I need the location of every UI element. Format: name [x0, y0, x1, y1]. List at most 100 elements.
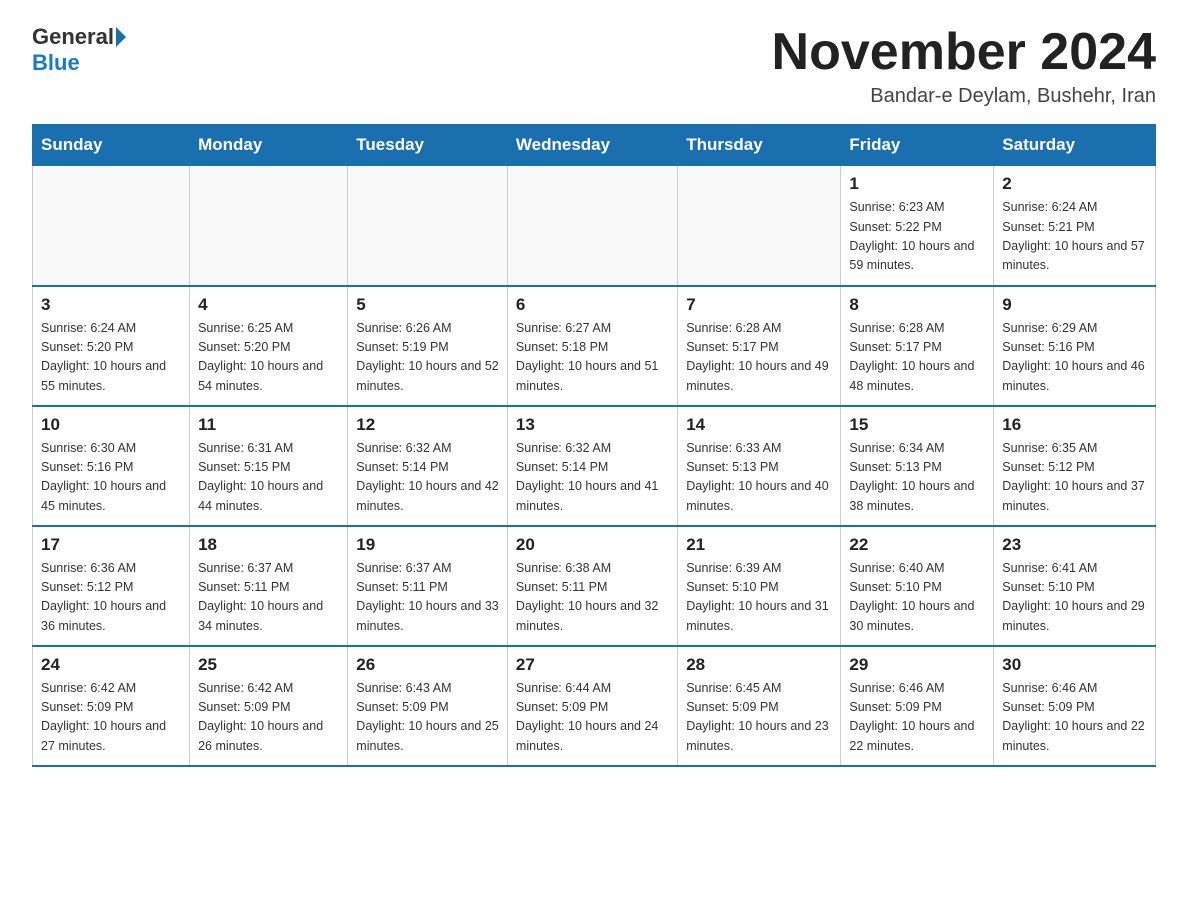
day-number: 3 — [41, 295, 181, 315]
day-info: Sunrise: 6:46 AMSunset: 5:09 PMDaylight:… — [849, 679, 985, 757]
calendar-cell: 17Sunrise: 6:36 AMSunset: 5:12 PMDayligh… — [33, 526, 190, 646]
calendar-table: SundayMondayTuesdayWednesdayThursdayFrid… — [32, 124, 1156, 767]
day-info: Sunrise: 6:31 AMSunset: 5:15 PMDaylight:… — [198, 439, 339, 517]
day-number: 30 — [1002, 655, 1147, 675]
day-number: 6 — [516, 295, 669, 315]
logo-general-text: General — [32, 24, 114, 50]
page-header: General Blue November 2024 Bandar-e Deyl… — [32, 24, 1156, 108]
day-number: 19 — [356, 535, 499, 555]
day-info: Sunrise: 6:29 AMSunset: 5:16 PMDaylight:… — [1002, 319, 1147, 397]
calendar-cell: 24Sunrise: 6:42 AMSunset: 5:09 PMDayligh… — [33, 646, 190, 766]
calendar-cell: 30 Sunrise: 6:46 AMSunset: 5:09 PMDayligh… — [994, 646, 1156, 766]
day-info: Sunrise: 6:32 AMSunset: 5:14 PMDaylight:… — [356, 439, 499, 517]
calendar-cell: 28Sunrise: 6:45 AMSunset: 5:09 PMDayligh… — [678, 646, 841, 766]
logo-arrow-icon — [116, 27, 126, 47]
day-info: Sunrise: 6:36 AMSunset: 5:12 PMDaylight:… — [41, 559, 181, 637]
calendar-week-row: 24Sunrise: 6:42 AMSunset: 5:09 PMDayligh… — [33, 646, 1156, 766]
calendar-cell: 26 Sunrise: 6:43 AMSunset: 5:09 PMDayligh… — [348, 646, 508, 766]
calendar-header-row: SundayMondayTuesdayWednesdayThursdayFrid… — [33, 125, 1156, 166]
day-info: Sunrise: 6:39 AMSunset: 5:10 PMDaylight:… — [686, 559, 832, 637]
day-number: 1 — [849, 174, 985, 194]
day-number: 26 — [356, 655, 499, 675]
calendar-cell: 4 Sunrise: 6:25 AMSunset: 5:20 PMDaylight… — [190, 286, 348, 406]
header-cell-monday: Monday — [190, 125, 348, 166]
calendar-cell — [678, 166, 841, 286]
day-number: 11 — [198, 415, 339, 435]
day-info: Sunrise: 6:32 AMSunset: 5:14 PMDaylight:… — [516, 439, 669, 517]
calendar-cell — [507, 166, 677, 286]
day-number: 9 — [1002, 295, 1147, 315]
calendar-cell: 29 Sunrise: 6:46 AMSunset: 5:09 PMDayligh… — [841, 646, 994, 766]
day-info: Sunrise: 6:43 AMSunset: 5:09 PMDaylight:… — [356, 679, 499, 757]
day-number: 4 — [198, 295, 339, 315]
day-number: 12 — [356, 415, 499, 435]
day-info: Sunrise: 6:38 AMSunset: 5:11 PMDaylight:… — [516, 559, 669, 637]
calendar-cell: 18 Sunrise: 6:37 AMSunset: 5:11 PMDayligh… — [190, 526, 348, 646]
day-number: 7 — [686, 295, 832, 315]
day-info: Sunrise: 6:27 AMSunset: 5:18 PMDaylight:… — [516, 319, 669, 397]
calendar-cell: 15 Sunrise: 6:34 AMSunset: 5:13 PMDayligh… — [841, 406, 994, 526]
day-number: 13 — [516, 415, 669, 435]
calendar-subtitle: Bandar-e Deylam, Bushehr, Iran — [772, 85, 1156, 108]
day-info: Sunrise: 6:24 AMSunset: 5:21 PMDaylight:… — [1002, 198, 1147, 276]
day-number: 28 — [686, 655, 832, 675]
day-number: 22 — [849, 535, 985, 555]
day-info: Sunrise: 6:23 AMSunset: 5:22 PMDaylight:… — [849, 198, 985, 276]
day-info: Sunrise: 6:41 AMSunset: 5:10 PMDaylight:… — [1002, 559, 1147, 637]
calendar-cell: 3 Sunrise: 6:24 AMSunset: 5:20 PMDaylight… — [33, 286, 190, 406]
calendar-cell: 14 Sunrise: 6:33 AMSunset: 5:13 PMDayligh… — [678, 406, 841, 526]
calendar-cell — [190, 166, 348, 286]
day-number: 29 — [849, 655, 985, 675]
day-info: Sunrise: 6:34 AMSunset: 5:13 PMDaylight:… — [849, 439, 985, 517]
day-number: 20 — [516, 535, 669, 555]
day-number: 25 — [198, 655, 339, 675]
day-number: 24 — [41, 655, 181, 675]
logo-blue-text: Blue — [32, 50, 80, 76]
day-number: 8 — [849, 295, 985, 315]
header-cell-sunday: Sunday — [33, 125, 190, 166]
day-info: Sunrise: 6:28 AMSunset: 5:17 PMDaylight:… — [849, 319, 985, 397]
day-info: Sunrise: 6:44 AMSunset: 5:09 PMDaylight:… — [516, 679, 669, 757]
calendar-cell — [33, 166, 190, 286]
calendar-cell: 20 Sunrise: 6:38 AMSunset: 5:11 PMDayligh… — [507, 526, 677, 646]
calendar-cell: 10Sunrise: 6:30 AMSunset: 5:16 PMDayligh… — [33, 406, 190, 526]
title-block: November 2024 Bandar-e Deylam, Bushehr, … — [772, 24, 1156, 108]
day-number: 14 — [686, 415, 832, 435]
day-number: 2 — [1002, 174, 1147, 194]
calendar-cell: 7 Sunrise: 6:28 AMSunset: 5:17 PMDaylight… — [678, 286, 841, 406]
day-info: Sunrise: 6:25 AMSunset: 5:20 PMDaylight:… — [198, 319, 339, 397]
day-info: Sunrise: 6:37 AMSunset: 5:11 PMDaylight:… — [356, 559, 499, 637]
day-number: 5 — [356, 295, 499, 315]
day-info: Sunrise: 6:46 AMSunset: 5:09 PMDaylight:… — [1002, 679, 1147, 757]
calendar-cell — [348, 166, 508, 286]
header-cell-wednesday: Wednesday — [507, 125, 677, 166]
calendar-cell: 22 Sunrise: 6:40 AMSunset: 5:10 PMDayligh… — [841, 526, 994, 646]
calendar-cell: 6 Sunrise: 6:27 AMSunset: 5:18 PMDaylight… — [507, 286, 677, 406]
calendar-cell: 23 Sunrise: 6:41 AMSunset: 5:10 PMDayligh… — [994, 526, 1156, 646]
day-number: 15 — [849, 415, 985, 435]
day-info: Sunrise: 6:26 AMSunset: 5:19 PMDaylight:… — [356, 319, 499, 397]
calendar-week-row: 3 Sunrise: 6:24 AMSunset: 5:20 PMDaylight… — [33, 286, 1156, 406]
day-info: Sunrise: 6:28 AMSunset: 5:17 PMDaylight:… — [686, 319, 832, 397]
calendar-title: November 2024 — [772, 24, 1156, 81]
day-info: Sunrise: 6:40 AMSunset: 5:10 PMDaylight:… — [849, 559, 985, 637]
day-number: 16 — [1002, 415, 1147, 435]
day-info: Sunrise: 6:35 AMSunset: 5:12 PMDaylight:… — [1002, 439, 1147, 517]
day-number: 27 — [516, 655, 669, 675]
day-info: Sunrise: 6:24 AMSunset: 5:20 PMDaylight:… — [41, 319, 181, 397]
calendar-week-row: 17Sunrise: 6:36 AMSunset: 5:12 PMDayligh… — [33, 526, 1156, 646]
calendar-cell: 12 Sunrise: 6:32 AMSunset: 5:14 PMDayligh… — [348, 406, 508, 526]
calendar-cell: 5 Sunrise: 6:26 AMSunset: 5:19 PMDaylight… — [348, 286, 508, 406]
header-cell-thursday: Thursday — [678, 125, 841, 166]
calendar-cell: 27 Sunrise: 6:44 AMSunset: 5:09 PMDayligh… — [507, 646, 677, 766]
calendar-cell: 21 Sunrise: 6:39 AMSunset: 5:10 PMDayligh… — [678, 526, 841, 646]
day-number: 23 — [1002, 535, 1147, 555]
day-info: Sunrise: 6:37 AMSunset: 5:11 PMDaylight:… — [198, 559, 339, 637]
calendar-cell: 19 Sunrise: 6:37 AMSunset: 5:11 PMDayligh… — [348, 526, 508, 646]
day-number: 18 — [198, 535, 339, 555]
header-cell-saturday: Saturday — [994, 125, 1156, 166]
calendar-week-row: 1 Sunrise: 6:23 AMSunset: 5:22 PMDaylight… — [33, 166, 1156, 286]
day-number: 21 — [686, 535, 832, 555]
day-info: Sunrise: 6:33 AMSunset: 5:13 PMDaylight:… — [686, 439, 832, 517]
calendar-cell: 16 Sunrise: 6:35 AMSunset: 5:12 PMDayligh… — [994, 406, 1156, 526]
